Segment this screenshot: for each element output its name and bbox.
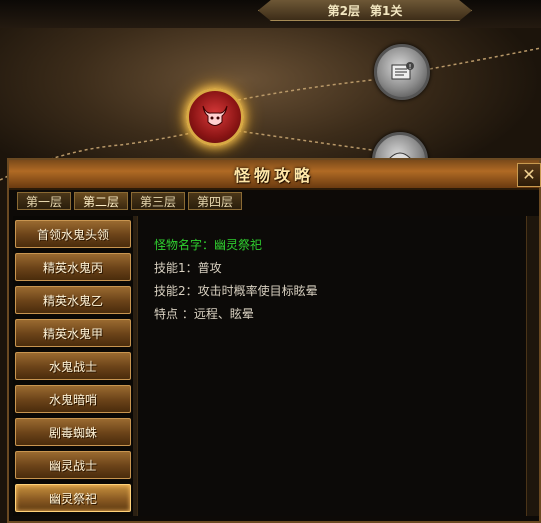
monster-button-1[interactable]: 首领水鬼头领 xyxy=(15,220,131,248)
monster-button-5[interactable]: 水鬼战士 xyxy=(15,352,131,380)
stage-banner: 第2层 第1关 xyxy=(258,0,472,21)
monster-detail: 怪物名字：幽灵祭祀 技能1：普攻 技能2：攻击时概率使目标眩晕 特点 ：远程、眩… xyxy=(137,216,524,516)
monster-button-8[interactable]: 幽灵战士 xyxy=(15,451,131,479)
locked-node-scroll[interactable]: ! xyxy=(374,44,430,100)
detail-scrollbar[interactable] xyxy=(526,216,539,516)
monster-button-4[interactable]: 精英水鬼甲 xyxy=(15,319,131,347)
monster-button-9[interactable]: 幽灵祭祀 xyxy=(15,484,131,512)
stage-floor: 第2层 xyxy=(327,3,360,18)
tab-floor-1[interactable]: 第一层 xyxy=(17,192,71,210)
monster-button-6[interactable]: 水鬼暗哨 xyxy=(15,385,131,413)
monster-list: 首领水鬼头领 精英水鬼丙 精英水鬼乙 精英水鬼甲 水鬼战士 水鬼暗哨 剧毒蜘蛛 … xyxy=(13,216,135,516)
tab-floor-3[interactable]: 第三层 xyxy=(131,192,185,210)
panel-title: 怪物攻略 xyxy=(9,160,539,190)
monster-button-2[interactable]: 精英水鬼丙 xyxy=(15,253,131,281)
monster-button-7[interactable]: 剧毒蜘蛛 xyxy=(15,418,131,446)
trait-line: 特点 ：远程、眩晕 xyxy=(154,307,254,321)
tab-floor-4[interactable]: 第四层 xyxy=(188,192,242,210)
stage-level: 第1关 xyxy=(370,3,403,18)
active-boss-node[interactable] xyxy=(186,88,244,146)
close-icon[interactable]: ✕ xyxy=(517,163,541,187)
svg-text:!: ! xyxy=(409,63,412,71)
tab-floor-2[interactable]: 第二层 xyxy=(74,192,128,210)
monster-guide-panel: 怪物攻略 ✕ 第一层 第二层 第三层 第四层 首领水鬼头领 精英水鬼丙 精英水鬼… xyxy=(7,158,541,523)
monster-button-3[interactable]: 精英水鬼乙 xyxy=(15,286,131,314)
scroll-icon: ! xyxy=(391,62,414,80)
floor-tabs: 第一层 第二层 第三层 第四层 xyxy=(17,192,242,210)
bull-icon xyxy=(202,105,228,126)
skill1-line: 技能1：普攻 xyxy=(154,261,222,275)
skill2-line: 技能2：攻击时概率使目标眩晕 xyxy=(154,284,318,298)
monster-name-line: 怪物名字：幽灵祭祀 xyxy=(154,238,263,252)
